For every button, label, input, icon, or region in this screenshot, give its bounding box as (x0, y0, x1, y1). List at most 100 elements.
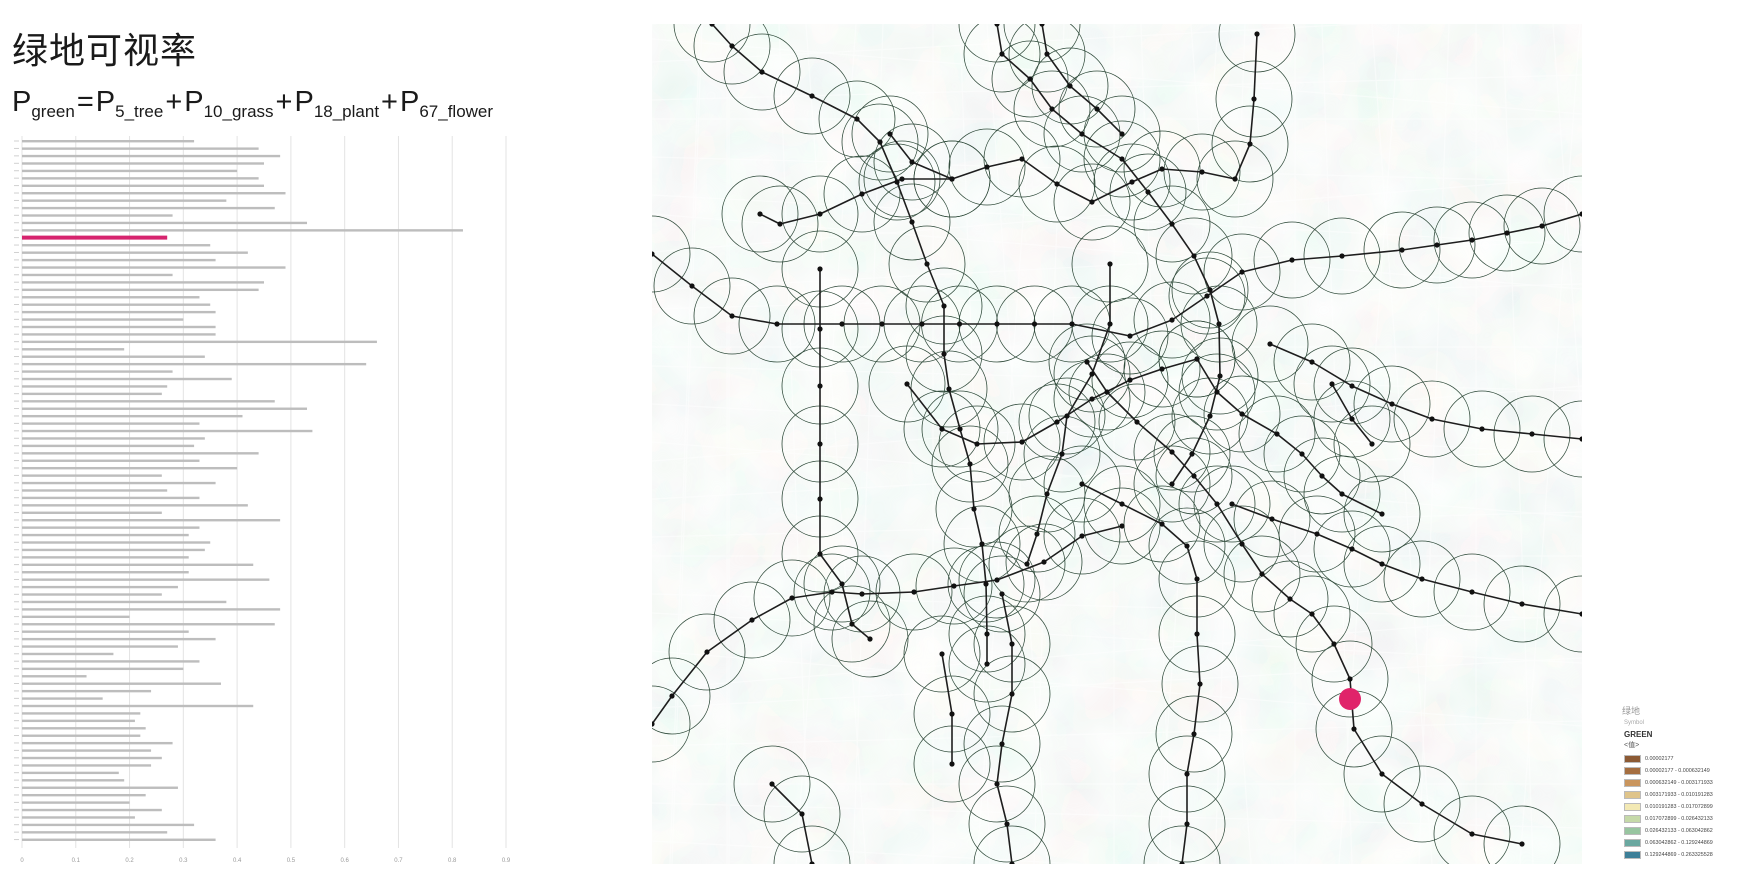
station-dot[interactable] (1539, 223, 1545, 229)
station-dot[interactable] (879, 321, 885, 327)
station-dot[interactable] (1034, 531, 1040, 537)
station-dot[interactable] (971, 506, 977, 512)
station-dot[interactable] (1054, 419, 1060, 425)
station-dot[interactable] (1204, 293, 1210, 299)
station-dot[interactable] (1199, 169, 1205, 175)
station-dot[interactable] (1119, 501, 1125, 507)
station-dot[interactable] (984, 631, 990, 637)
station-dot[interactable] (1004, 821, 1010, 827)
station-dot[interactable] (1331, 641, 1337, 647)
station-dot[interactable] (904, 381, 910, 387)
station-dot[interactable] (911, 589, 917, 595)
station-dot[interactable] (867, 636, 873, 642)
station-dot[interactable] (1519, 841, 1525, 847)
station-dot[interactable] (939, 651, 945, 657)
station-dot[interactable] (1031, 321, 1038, 327)
station-dot[interactable] (1159, 166, 1165, 172)
station-dot[interactable] (1347, 676, 1353, 682)
station-dot[interactable] (994, 577, 1000, 583)
station-dot[interactable] (729, 313, 735, 319)
station-dot[interactable] (1189, 451, 1195, 457)
station-dot[interactable] (1339, 253, 1345, 259)
station-dot[interactable] (949, 761, 955, 767)
station-dot[interactable] (1254, 31, 1260, 37)
station-dot[interactable] (1084, 359, 1090, 365)
station-dot[interactable] (1079, 481, 1085, 487)
station-dot[interactable] (1129, 179, 1135, 185)
station-dot[interactable] (817, 551, 823, 557)
station-dot[interactable] (1191, 473, 1197, 479)
station-dot[interactable] (1269, 516, 1275, 522)
station-dot[interactable] (1349, 546, 1355, 552)
station-dot[interactable] (1009, 641, 1015, 647)
station-dot[interactable] (1089, 396, 1095, 402)
station-dot[interactable] (1184, 821, 1190, 827)
station-dot[interactable] (1229, 501, 1235, 507)
station-dot[interactable] (859, 191, 865, 197)
station-dot[interactable] (1127, 333, 1133, 339)
station-dot[interactable] (1349, 416, 1355, 422)
station-dot[interactable] (909, 159, 915, 165)
station-dot[interactable] (1239, 541, 1245, 547)
station-dot[interactable] (949, 711, 955, 717)
station-dot[interactable] (777, 221, 783, 227)
station-dot[interactable] (1054, 181, 1060, 187)
station-dot[interactable] (1214, 389, 1220, 395)
station-dot[interactable] (1079, 131, 1085, 137)
station-dot[interactable] (919, 321, 925, 327)
station-dot[interactable] (1469, 237, 1475, 243)
station-dot[interactable] (1159, 366, 1165, 372)
station-dot[interactable] (1419, 801, 1425, 807)
station-dot[interactable] (1434, 242, 1440, 248)
station-dot[interactable] (1159, 521, 1165, 527)
station-dot[interactable] (809, 93, 815, 99)
station-dot[interactable] (1429, 416, 1435, 422)
station-dot[interactable] (759, 69, 765, 75)
station-dot[interactable] (1469, 589, 1475, 595)
station-dot[interactable] (1119, 523, 1125, 529)
station-dot[interactable] (1351, 726, 1357, 732)
station-dot[interactable] (1089, 371, 1095, 377)
station-dot[interactable] (951, 583, 957, 589)
station-dot[interactable] (979, 541, 985, 547)
station-dot[interactable] (1107, 261, 1113, 267)
station-dot[interactable] (1194, 356, 1200, 362)
station-dot[interactable] (1309, 611, 1315, 617)
station-dot[interactable] (1041, 559, 1047, 565)
station-dot[interactable] (1191, 731, 1197, 737)
station-dot[interactable] (946, 386, 952, 392)
station-dot[interactable] (854, 116, 860, 122)
station-dot[interactable] (1299, 451, 1305, 457)
station-dot[interactable] (1044, 51, 1050, 57)
station-dot[interactable] (817, 383, 823, 389)
station-dot[interactable] (1214, 501, 1220, 507)
station-dot[interactable] (984, 164, 990, 170)
station-dot[interactable] (1519, 601, 1525, 607)
station-dot[interactable] (1379, 511, 1385, 517)
station-dot[interactable] (1169, 449, 1175, 455)
station-dot[interactable] (999, 51, 1005, 57)
station-dot[interactable] (1191, 253, 1197, 259)
station-dot[interactable] (1024, 561, 1030, 567)
station-dot[interactable] (1169, 481, 1175, 487)
station-dot[interactable] (799, 811, 805, 817)
station-dot[interactable] (1216, 321, 1222, 327)
station-dot[interactable] (909, 219, 915, 225)
station-dot[interactable] (1119, 131, 1125, 137)
station-dot[interactable] (957, 426, 963, 432)
station-dot[interactable] (689, 283, 695, 289)
station-dot[interactable] (1019, 439, 1025, 445)
station-dot[interactable] (984, 661, 990, 667)
station-dot[interactable] (1339, 491, 1345, 497)
station-dot[interactable] (1504, 230, 1510, 236)
station-dot[interactable] (1127, 377, 1133, 383)
station-dot[interactable] (817, 211, 823, 217)
station-dot[interactable] (1314, 531, 1320, 537)
station-dot[interactable] (1134, 419, 1140, 425)
station-dot[interactable] (887, 131, 893, 137)
station-dot[interactable] (1059, 451, 1065, 457)
station-dot[interactable] (941, 303, 947, 309)
station-dot[interactable] (1207, 287, 1213, 293)
station-dot[interactable] (1239, 269, 1245, 275)
station-dot[interactable] (1217, 373, 1223, 379)
